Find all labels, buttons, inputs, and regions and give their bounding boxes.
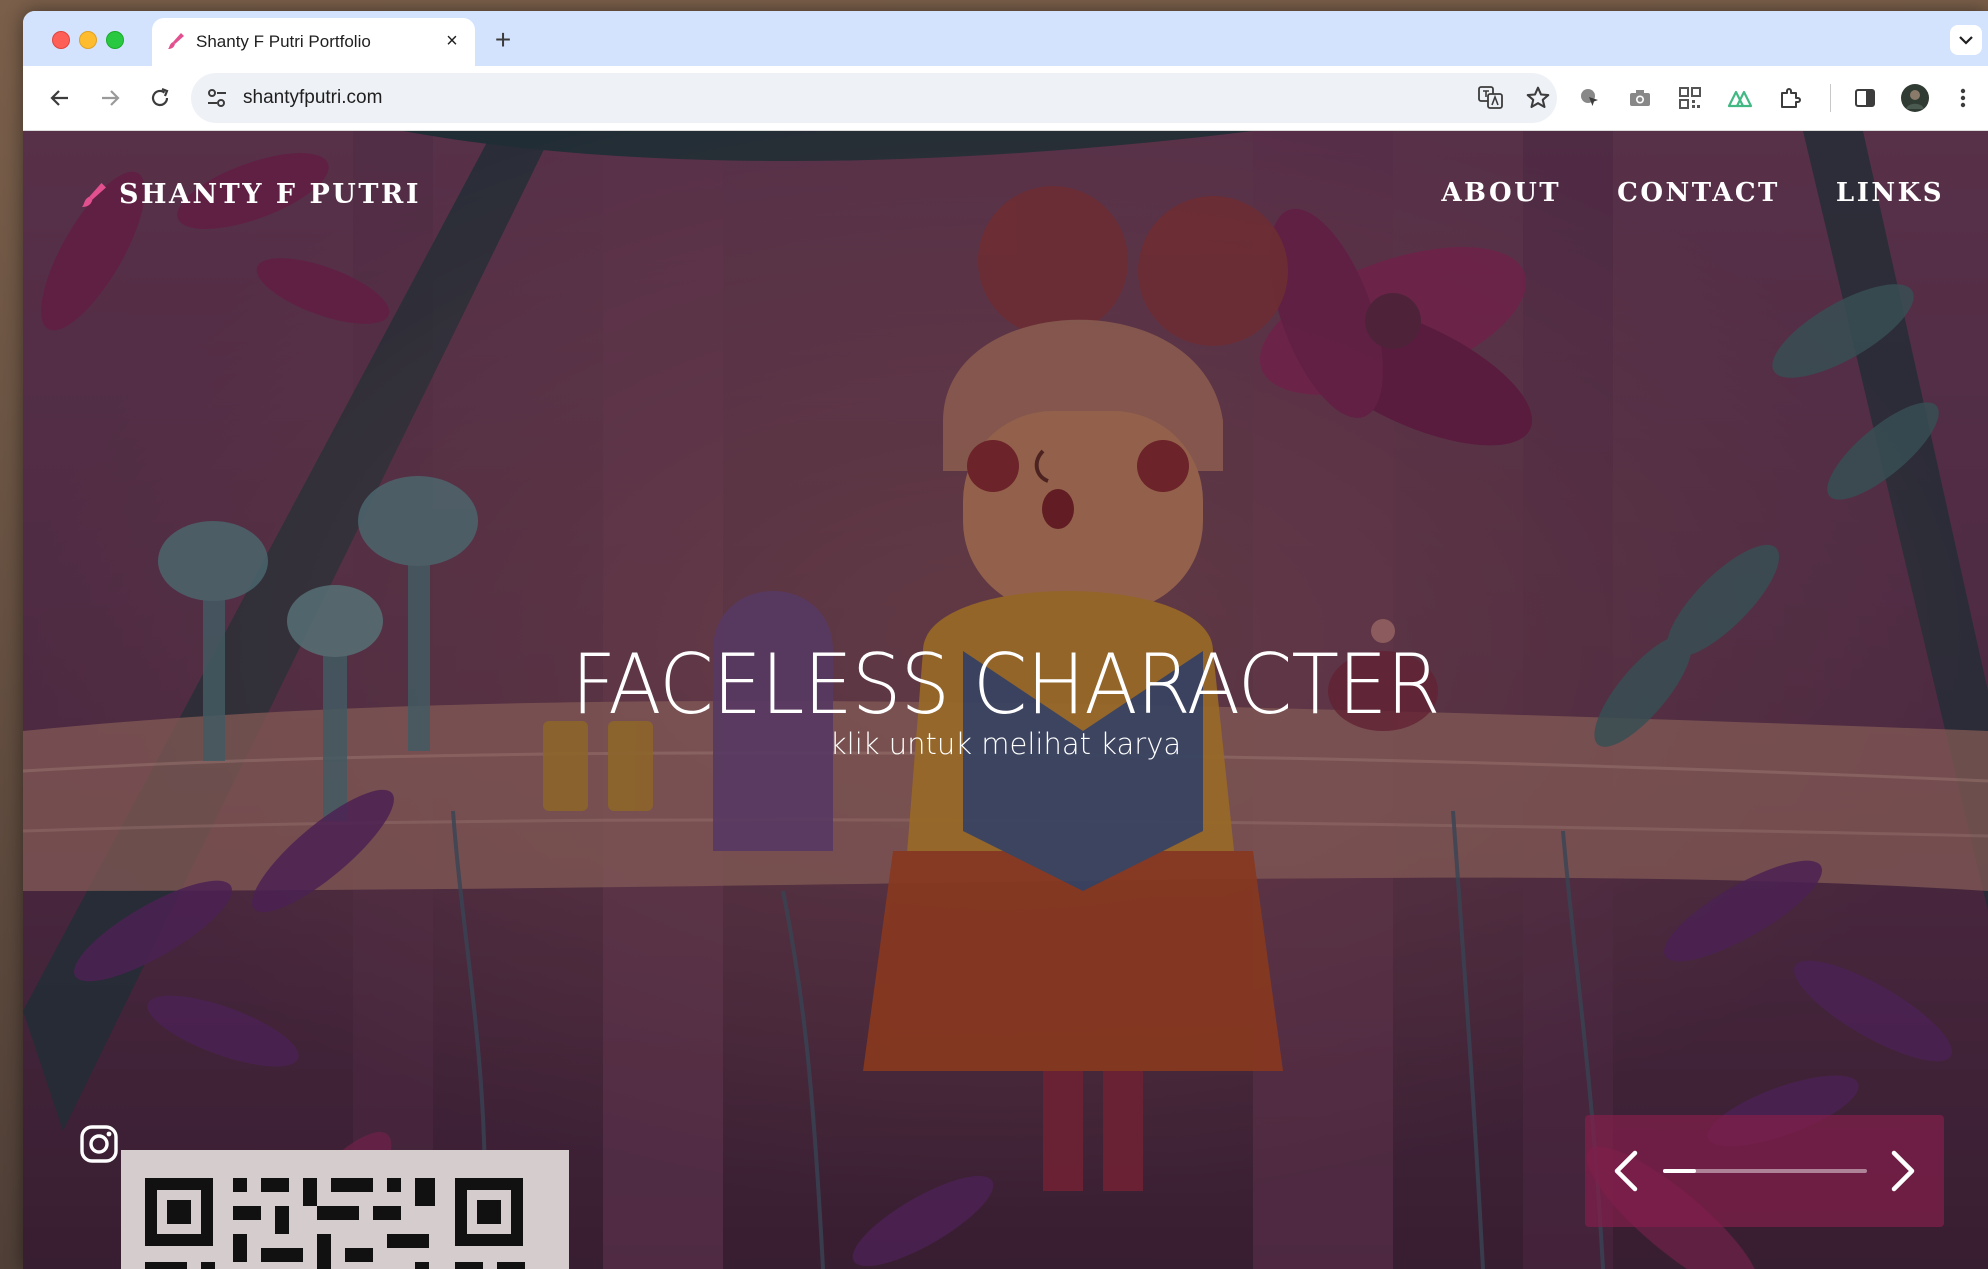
hero-subtitle[interactable]: klik untuk melihat karya: [23, 727, 1988, 761]
slider-controls: [1585, 1115, 1944, 1227]
avatar: [1901, 84, 1929, 112]
toolbar-divider: [1830, 84, 1831, 112]
new-tab-button[interactable]: +: [488, 26, 518, 56]
arrow-left-icon: [50, 90, 68, 106]
side-panel-icon: [1855, 89, 1875, 107]
forward-button[interactable]: [94, 82, 126, 114]
maximize-window-button[interactable]: [106, 31, 124, 49]
tab-title: Shanty F Putri Portfolio: [196, 32, 371, 51]
chevron-down-icon: [1959, 36, 1973, 45]
slide-progress-fill: [1663, 1169, 1696, 1173]
back-button[interactable]: [44, 82, 76, 114]
extensions-button[interactable]: [1774, 82, 1806, 114]
arrow-right-icon: [102, 90, 120, 106]
chevron-right-icon[interactable]: [1882, 1147, 1922, 1195]
tab-search-button[interactable]: [1950, 25, 1982, 55]
reload-button[interactable]: [144, 82, 176, 114]
nav-about[interactable]: ABOUT: [1441, 178, 1561, 208]
tab-strip: Shanty F Putri Portfolio × +: [23, 11, 1988, 66]
side-panel-button[interactable]: [1849, 82, 1881, 114]
screenshot-extension-button[interactable]: [1624, 82, 1656, 114]
translate-icon[interactable]: [1478, 86, 1504, 110]
qr-code-icon: [1679, 87, 1701, 109]
puzzle-piece-icon: [1781, 88, 1801, 108]
camera-icon: [1630, 90, 1650, 106]
kebab-menu-icon: [1960, 88, 1966, 108]
chevron-left-icon[interactable]: [1607, 1147, 1647, 1195]
main-nav: ABOUT CONTACT LINKS: [1385, 178, 1944, 208]
browser-toolbar: shantyfputri.com: [23, 66, 1988, 131]
close-window-button[interactable]: [52, 31, 70, 49]
site-name: SHANTY F PUTRI: [119, 179, 421, 210]
qr-extension-button[interactable]: [1674, 82, 1706, 114]
reload-icon: [151, 87, 169, 107]
slide-progress-track[interactable]: [1663, 1169, 1867, 1173]
brush-favicon-icon: [168, 33, 184, 49]
vue-devtools-icon: [1727, 90, 1753, 108]
web-page: SHANTY F PUTRI ABOUT CONTACT LINKS FACEL…: [23, 131, 1988, 1269]
minimize-window-button[interactable]: [79, 31, 97, 49]
vue-extension-button[interactable]: [1724, 82, 1756, 114]
qr-code-image: [121, 1150, 569, 1269]
browser-window: Shanty F Putri Portfolio × + shantyfputr…: [23, 11, 1988, 1269]
bookmark-star-icon[interactable]: [1525, 85, 1551, 111]
url-text[interactable]: shantyfputri.com: [243, 87, 382, 109]
paint-brush-icon: [82, 182, 106, 207]
play-cursor-icon: [1581, 89, 1598, 106]
site-settings-icon[interactable]: [205, 86, 229, 110]
tab-close-icon[interactable]: ×: [439, 28, 465, 54]
site-logo[interactable]: SHANTY F PUTRI: [79, 179, 421, 210]
address-bar[interactable]: shantyfputri.com: [191, 73, 1557, 123]
tab-portfolio[interactable]: Shanty F Putri Portfolio ×: [152, 18, 475, 66]
hero-title[interactable]: FACELESS CHARACTER: [82, 636, 1929, 733]
browser-menu-button[interactable]: [1947, 82, 1979, 114]
nav-contact[interactable]: CONTACT: [1617, 178, 1780, 208]
instagram-icon[interactable]: [79, 1124, 119, 1164]
media-extension-button[interactable]: [1574, 82, 1606, 114]
profile-button[interactable]: [1899, 82, 1931, 114]
nav-links[interactable]: LINKS: [1836, 178, 1944, 208]
